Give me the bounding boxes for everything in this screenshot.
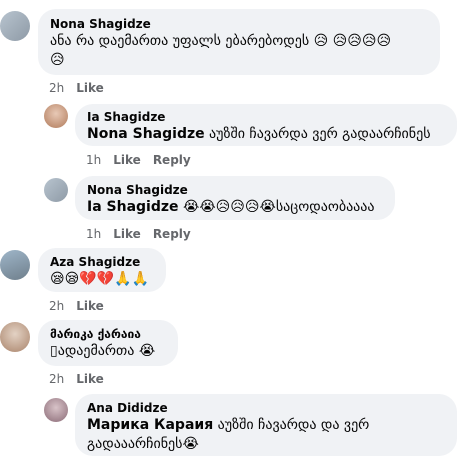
comment-text: Ia Shagidze 😭😭😥😥😥😭საცოდაობაააა bbox=[87, 199, 375, 215]
comment-meta: 2h Like bbox=[49, 80, 104, 96]
comment-bubble: Nona Shagidze Ia Shagidze 😭😭😥😥😥😭საცოდაობ… bbox=[75, 176, 395, 220]
avatar[interactable] bbox=[0, 250, 30, 280]
comment-bubble: მარიკა ქარაია ▯ადაემართა 😭 bbox=[38, 320, 178, 366]
reply-button[interactable]: Reply bbox=[153, 227, 191, 241]
comment-time[interactable]: 2h bbox=[49, 299, 64, 313]
avatar[interactable] bbox=[44, 178, 68, 202]
comment-bubble: Aza Shagidze 😪😪💔💔🙏🙏 bbox=[38, 248, 166, 292]
avatar[interactable] bbox=[44, 104, 68, 128]
reply-button[interactable]: Reply bbox=[153, 153, 191, 167]
avatar[interactable] bbox=[44, 398, 68, 422]
like-button[interactable]: Like bbox=[113, 227, 141, 241]
comment-meta: 1h Like Reply bbox=[86, 226, 191, 242]
comment-text: ანა რა დაემართა უფალს ებარებოდეს 😥 😥😥😥😥 bbox=[50, 33, 392, 49]
comment-meta: 2h Like bbox=[49, 298, 104, 314]
comment-text: Nona Shagidze აუზში ჩავარდა ვერ გადაარჩი… bbox=[87, 126, 431, 142]
like-button[interactable]: Like bbox=[76, 299, 104, 313]
comment-bubble: Ia Shagidze Nona Shagidze აუზში ჩავარდა … bbox=[75, 104, 457, 146]
comment-author[interactable]: Ana Dididze bbox=[87, 400, 445, 416]
comment-time[interactable]: 1h bbox=[86, 227, 101, 241]
like-button[interactable]: Like bbox=[76, 81, 104, 95]
comment-text-line2: გადააარჩინეს😭 bbox=[87, 436, 199, 452]
comment-text: Марика Караия აუზში ჩავარდა და ვერ bbox=[87, 417, 370, 433]
mention-link[interactable]: Марика Караия bbox=[87, 417, 213, 433]
comment-text-line2: 😥 bbox=[50, 52, 65, 68]
avatar[interactable] bbox=[0, 322, 30, 352]
comment-text: ▯ადაემართა 😭 bbox=[50, 343, 156, 359]
comment-author[interactable]: Ia Shagidze bbox=[87, 109, 445, 125]
comment-time[interactable]: 2h bbox=[49, 81, 64, 95]
mention-link[interactable]: Ia Shagidze bbox=[87, 199, 179, 215]
comment-meta: 2h Like bbox=[49, 371, 104, 387]
comment-bubble: Ana Dididze Марика Караия აუზში ჩავარდა … bbox=[75, 394, 457, 456]
comment-time[interactable]: 1h bbox=[86, 153, 101, 167]
like-button[interactable]: Like bbox=[113, 153, 141, 167]
comment-time[interactable]: 2h bbox=[49, 372, 64, 386]
avatar[interactable] bbox=[0, 11, 30, 41]
comment-author[interactable]: მარიკა ქარაია bbox=[50, 326, 166, 342]
comment-meta: 1h Like Reply bbox=[86, 152, 191, 168]
comment-text: 😪😪💔💔🙏🙏 bbox=[50, 271, 149, 287]
mention-link[interactable]: Nona Shagidze bbox=[87, 126, 205, 142]
comment-author[interactable]: Nona Shagidze bbox=[87, 182, 383, 198]
comment-author[interactable]: Aza Shagidze bbox=[50, 254, 154, 270]
comment-author[interactable]: Nona Shagidze bbox=[50, 16, 428, 32]
comment-bubble: Nona Shagidze ანა რა დაემართა უფალს ებარ… bbox=[38, 9, 440, 75]
like-button[interactable]: Like bbox=[76, 372, 104, 386]
